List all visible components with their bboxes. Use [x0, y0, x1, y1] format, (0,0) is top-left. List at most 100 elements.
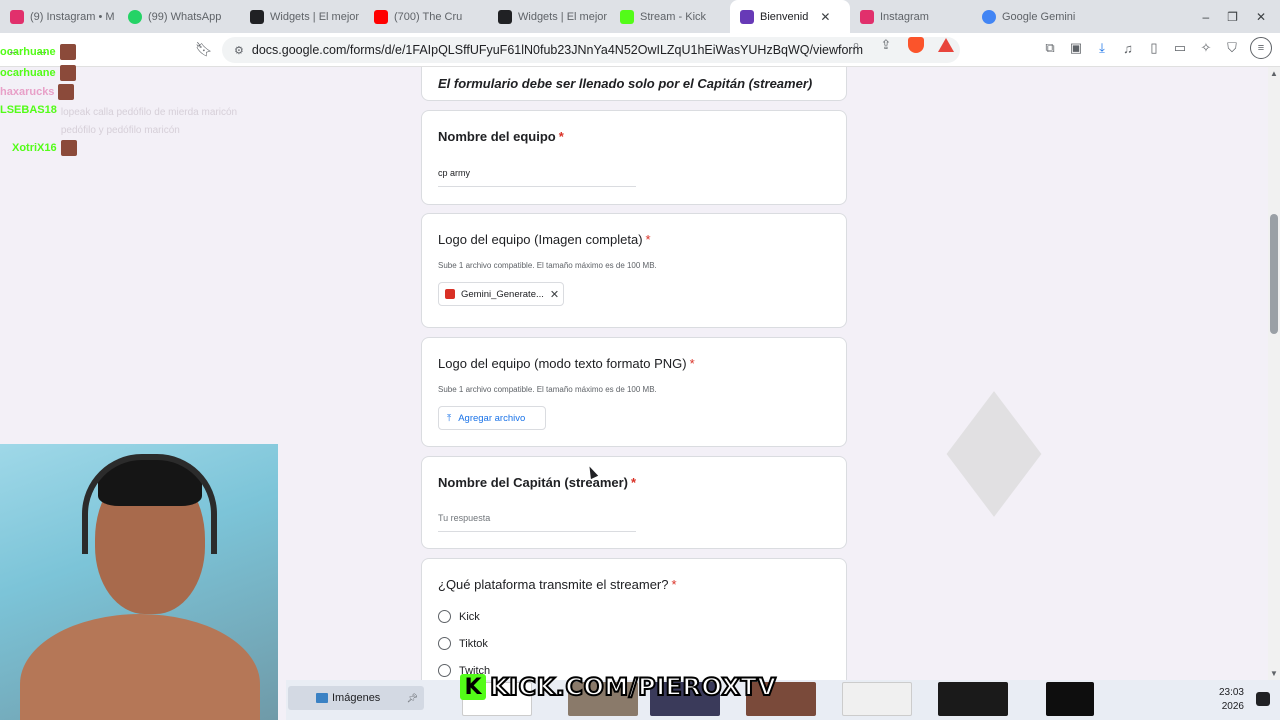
- tray-app-icon[interactable]: [1256, 692, 1270, 706]
- tab-label: Instagram: [880, 10, 929, 23]
- chat-message: ocarhuane: [0, 44, 76, 60]
- option-label: Tiktok: [459, 637, 488, 650]
- question-title-text: ¿Qué plataforma transmite el streamer?: [438, 577, 669, 592]
- share-icon[interactable]: ⇪: [878, 37, 894, 53]
- widgets-icon: [498, 9, 512, 24]
- file-name: Gemini_Generate...: [461, 288, 544, 300]
- required-mark: *: [689, 356, 695, 371]
- chat-message: LSEBAS18 lopeak calla pedófilo de mierda…: [0, 104, 271, 140]
- question-captain-name: Nombre del Capitán (streamer) * Tu respue…: [421, 456, 847, 549]
- instagram-icon: [860, 9, 874, 24]
- whatsapp-icon: [128, 9, 142, 24]
- tab-google-forms[interactable]: Bienvenid ✕: [730, 0, 850, 33]
- tab-widgets[interactable]: Widgets | El mejor: [240, 0, 364, 33]
- download-icon[interactable]: ⤓: [1094, 40, 1110, 56]
- restore-icon[interactable]: ❐: [1227, 10, 1238, 24]
- scroll-thumb[interactable]: [1270, 214, 1278, 334]
- screenshot-icon[interactable]: ▣: [1068, 40, 1084, 56]
- radio-option-tiktok[interactable]: Tiktok: [438, 637, 488, 650]
- brave-shield-icon[interactable]: [908, 37, 924, 53]
- wallet-icon[interactable]: ▭: [1172, 40, 1188, 56]
- question-title-text: Logo del equipo (modo texto formato PNG): [438, 356, 687, 371]
- captain-name-input[interactable]: Tu respuesta: [438, 513, 636, 532]
- page-scrollbar[interactable]: ▲ ▼: [1268, 67, 1280, 680]
- chat-avatar: [60, 140, 77, 156]
- taskbar-window-thumb[interactable]: [1046, 682, 1094, 716]
- tab-gemini[interactable]: Google Gemini: [972, 0, 1076, 33]
- stream-overlay-decoration: [946, 391, 1042, 517]
- tab-label: Google Gemini: [1002, 10, 1076, 23]
- form-header-card: El formulario debe ser llenado solo por …: [421, 67, 847, 101]
- media-icon[interactable]: ♫: [1120, 41, 1136, 56]
- upload-icon: ⤒: [447, 412, 452, 424]
- tab-instagram-2[interactable]: Instagram: [850, 0, 972, 33]
- urlbar-actions: ⌕ ⇪: [848, 37, 954, 53]
- extensions-icon[interactable]: ⧉: [1042, 40, 1058, 56]
- taskbar-window-thumb[interactable]: [842, 682, 912, 716]
- site-info-icon[interactable]: ⚙: [234, 44, 244, 57]
- taskbar-window-thumb[interactable]: [938, 682, 1008, 716]
- close-tab-icon[interactable]: ✕: [820, 10, 830, 24]
- question-logo-full: Logo del equipo (Imagen completa) * Sube …: [421, 213, 847, 328]
- minimize-icon[interactable]: –: [1202, 10, 1209, 24]
- tab-label: (700) The Cru: [394, 10, 463, 23]
- window-controls: – ❐ ✕: [1202, 10, 1280, 24]
- leo-ai-icon[interactable]: ✧: [1198, 40, 1214, 56]
- url-text[interactable]: docs.google.com/forms/d/e/1FAIpQLSffUFyu…: [252, 43, 863, 57]
- kick-icon: [620, 9, 634, 24]
- widgets-icon: [250, 9, 264, 24]
- headset: [82, 454, 217, 554]
- uploaded-file-chip[interactable]: Gemini_Generate... ✕: [438, 282, 564, 306]
- folder-icon: [316, 693, 328, 703]
- tab-youtube[interactable]: (700) The Cru: [364, 0, 488, 33]
- tab-strip: (9) Instagram • M (99) WhatsApp Widgets …: [0, 0, 1280, 33]
- brave-rewards-icon[interactable]: [938, 38, 954, 52]
- team-name-input[interactable]: cp army: [438, 168, 636, 187]
- taskbar-images-folder[interactable]: Imágenes 📌︎: [288, 686, 424, 710]
- chat-message: XotriX16: [12, 140, 77, 156]
- zoom-icon[interactable]: ⌕: [848, 37, 864, 53]
- instagram-icon: [10, 9, 24, 24]
- tab-label: Widgets | El mejor: [270, 10, 360, 23]
- youtube-icon: [374, 9, 388, 24]
- option-label: Kick: [459, 610, 480, 623]
- question-description: Sube 1 archivo compatible. El tamaño máx…: [438, 385, 657, 394]
- tab-label: Widgets | El mejor: [518, 10, 608, 23]
- close-window-icon[interactable]: ✕: [1256, 10, 1266, 24]
- question-title: Nombre del Capitán (streamer) *: [438, 475, 636, 490]
- scroll-down-icon[interactable]: ▼: [1270, 669, 1278, 678]
- question-logo-text: Logo del equipo (modo texto formato PNG)…: [421, 337, 847, 447]
- chat-username: ocarhuane: [0, 67, 56, 79]
- question-title: Logo del equipo (Imagen completa) *: [438, 232, 651, 247]
- question-team-name: Nombre del equipo * cp army: [421, 110, 847, 205]
- radio-button[interactable]: [438, 664, 451, 677]
- tab-instagram[interactable]: (9) Instagram • M: [0, 0, 118, 33]
- scroll-up-icon[interactable]: ▲: [1270, 69, 1278, 78]
- menu-icon[interactable]: ≡: [1250, 37, 1272, 59]
- folder-label: Imágenes: [332, 692, 381, 704]
- chat-username: haxarucks: [0, 86, 55, 98]
- tab-widgets-2[interactable]: Widgets | El mejor: [488, 0, 610, 33]
- vpn-icon[interactable]: ⛉: [1224, 40, 1240, 56]
- radio-button[interactable]: [438, 610, 451, 623]
- system-clock[interactable]: 23:03 2026: [1219, 686, 1244, 714]
- tab-kick-stream[interactable]: Stream - Kick: [610, 0, 730, 33]
- add-file-button[interactable]: ⤒ Agregar archivo: [438, 406, 546, 430]
- radio-button[interactable]: [438, 637, 451, 650]
- question-title: Logo del equipo (modo texto formato PNG)…: [438, 356, 695, 371]
- remove-file-icon[interactable]: ✕: [550, 288, 559, 301]
- extension-toolbar: ⧉ ▣ ⤓ ♫ ▯ ▭ ✧ ⛉ ≡: [1042, 37, 1272, 59]
- question-title-text: Nombre del equipo: [438, 129, 556, 144]
- tab-whatsapp[interactable]: (99) WhatsApp: [118, 0, 240, 33]
- chat-text: lopeak calla pedófilo de mierda maricón …: [60, 107, 238, 136]
- browser-toolbar: ← → ↻ 🔖︎ ⚙ docs.google.com/forms/d/e/1FA…: [0, 33, 1280, 67]
- add-file-label: Agregar archivo: [458, 412, 526, 424]
- bookmark-icon[interactable]: 🔖︎: [190, 41, 218, 58]
- question-title-text: Logo del equipo (Imagen completa): [438, 232, 643, 247]
- webcam-overlay: [0, 444, 278, 720]
- radio-option-kick[interactable]: Kick: [438, 610, 480, 623]
- sidebar-icon[interactable]: ▯: [1146, 40, 1162, 56]
- clock-time: 23:03: [1218, 687, 1244, 698]
- pin-icon[interactable]: 📌︎: [407, 693, 418, 704]
- chat-username: XotriX16: [12, 142, 57, 154]
